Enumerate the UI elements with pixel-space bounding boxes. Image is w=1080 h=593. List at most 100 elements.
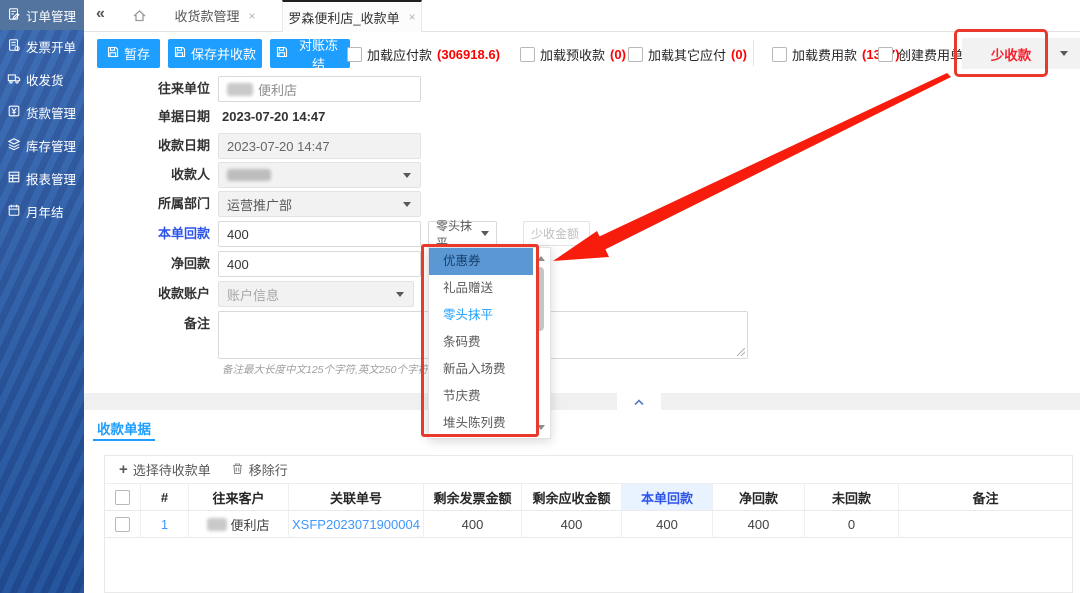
partner-input[interactable]: 便利店 <box>218 76 421 102</box>
underpay-amount-input[interactable]: 少收金额 <box>523 221 590 246</box>
col-header-index: # <box>141 484 189 511</box>
checkbox[interactable] <box>628 47 643 62</box>
app-window: 订单管理 发票开单 收发货 货款管理 库存管理 报表管理 月年结 « <box>0 0 1080 593</box>
plus-icon: + <box>119 462 128 477</box>
save-icon <box>174 46 186 61</box>
checkbox-label: 创建费用单 <box>898 45 963 64</box>
chevron-down-icon <box>1060 51 1068 56</box>
underpay-dropdown-button[interactable]: 少收款 <box>962 38 1080 69</box>
col-header-doc-no: 关联单号 <box>289 484 424 511</box>
scroll-down-icon[interactable] <box>537 425 545 430</box>
rounding-selected-value: 零头抹平 <box>436 217 475 251</box>
col-header-remark: 备注 <box>899 484 1072 511</box>
sidebar-item-label: 月年结 <box>26 202 64 221</box>
checkbox[interactable] <box>520 47 535 62</box>
checkbox[interactable] <box>772 47 787 62</box>
sidebar-item-invoice[interactable]: 发票开单 <box>0 30 84 63</box>
reconcile-freeze-button[interactable]: 对账冻结 <box>270 39 350 68</box>
department-select[interactable]: 运营推广部 <box>218 191 421 217</box>
net-amount-input[interactable]: 400 <box>218 251 421 277</box>
toolbar-divider <box>753 40 754 66</box>
remove-row-label: 移除行 <box>249 460 288 479</box>
select-pending-receipt-button[interactable]: + 选择待收款单 <box>119 460 211 479</box>
payee-select[interactable] <box>218 162 421 188</box>
dropdown-option-gift[interactable]: 礼品赠送 <box>429 275 533 302</box>
checkbox-label: 加载费用款 <box>792 45 857 64</box>
collapse-panel-button[interactable] <box>617 393 661 410</box>
scrollbar-thumb[interactable] <box>536 267 544 331</box>
sidebar-item-month-end[interactable]: 月年结 <box>0 195 84 228</box>
checkbox-load-payables[interactable]: 加载应付款 (306918.6) <box>347 45 500 64</box>
col-header-remain-invoice: 剩余发票金额 <box>424 484 522 511</box>
account-select[interactable]: 账户信息 <box>218 281 414 307</box>
row-checkbox[interactable] <box>115 517 130 532</box>
current-amount-input[interactable]: 400 <box>218 221 421 247</box>
checkbox-load-prepaid[interactable]: 加载预收款 (0) <box>520 45 626 64</box>
sidebar-item-inventory[interactable]: 库存管理 <box>0 129 84 162</box>
remove-row-button[interactable]: 移除行 <box>231 460 288 479</box>
chevron-down-icon <box>403 202 411 207</box>
department-value: 运营推广部 <box>227 195 292 214</box>
collapse-sidebar-icon[interactable]: « <box>96 5 105 23</box>
active-tab-underline <box>93 439 155 441</box>
remark-label: 备注 <box>110 311 210 337</box>
department-label: 所属部门 <box>110 191 210 217</box>
select-pending-receipt-label: 选择待收款单 <box>133 460 211 479</box>
resize-handle[interactable] <box>737 348 745 356</box>
dropdown-option-rounding[interactable]: 零头抹平 <box>429 302 533 329</box>
row-select-cell <box>105 511 141 538</box>
checkbox-label: 加载应付款 <box>367 45 432 64</box>
shipping-icon <box>7 71 21 88</box>
redacted-text <box>227 83 253 96</box>
receipt-date-input[interactable]: 2023-07-20 14:47 <box>218 133 421 159</box>
checkbox[interactable] <box>878 47 893 62</box>
redacted-text <box>227 169 271 181</box>
select-all-checkbox[interactable] <box>115 490 130 505</box>
chevron-down-icon <box>403 173 411 178</box>
checkbox-load-other-payables[interactable]: 加载其它应付 (0) <box>628 45 747 64</box>
chevron-down-icon <box>481 231 489 236</box>
rounding-dropdown-panel: 优惠券 礼品赠送 零头抹平 条码费 新品入场费 节庆费 堆头陈列费 <box>428 247 551 439</box>
payee-label: 收款人 <box>110 162 210 188</box>
home-icon[interactable] <box>132 8 147 28</box>
row-unpaid: 0 <box>805 511 899 538</box>
checkbox-count: (0) <box>731 47 747 62</box>
payment-icon <box>7 104 21 121</box>
save-draft-button[interactable]: 暂存 <box>97 39 160 68</box>
dropdown-option-festival-fee[interactable]: 节庆费 <box>429 383 533 410</box>
sidebar-item-reports[interactable]: 报表管理 <box>0 162 84 195</box>
row-customer-value: 便利店 <box>230 515 269 534</box>
sidebar-item-label: 报表管理 <box>26 169 76 188</box>
tab-receipt-doc[interactable]: 罗森便利店_收款单 × <box>282 0 422 32</box>
dropdown-option-barcode-fee[interactable]: 条码费 <box>429 329 533 356</box>
table-row: 1 便利店 XSFP2023071900004 400 400 400 400 … <box>105 511 1072 538</box>
dropdown-option-display-fee[interactable]: 堆头陈列费 <box>429 410 533 437</box>
close-icon[interactable]: × <box>249 9 256 23</box>
doc-date-value: 2023-07-20 14:47 <box>222 104 325 130</box>
scroll-up-icon[interactable] <box>537 256 545 261</box>
tab-bar: « 收货款管理 × 罗森便利店_收款单 × <box>84 0 1080 32</box>
dropdown-option-new-product-fee[interactable]: 新品入场费 <box>429 356 533 383</box>
row-doc-no-link[interactable]: XSFP2023071900004 <box>289 511 424 538</box>
chevron-up-icon <box>633 393 645 411</box>
sidebar-item-order-mgmt[interactable]: 订单管理 <box>0 0 84 30</box>
col-header-unpaid: 未回款 <box>805 484 899 511</box>
rounding-select[interactable]: 零头抹平 <box>428 221 497 246</box>
close-icon[interactable]: × <box>409 10 416 24</box>
sidebar-item-payment-mgmt[interactable]: 货款管理 <box>0 96 84 129</box>
row-index-link[interactable]: 1 <box>141 511 189 538</box>
dropdown-scrollbar[interactable] <box>534 250 549 436</box>
net-amount-label: 净回款 <box>110 251 210 277</box>
sidebar-item-shipping[interactable]: 收发货 <box>0 63 84 96</box>
row-remain-invoice: 400 <box>424 511 522 538</box>
tab-receipt-mgmt[interactable]: 收货款管理 × <box>154 0 276 31</box>
checkbox[interactable] <box>347 47 362 62</box>
current-amount-label: 本单回款 <box>110 221 210 247</box>
save-and-collect-button[interactable]: 保存并收款 <box>168 39 262 68</box>
sidebar-item-label: 订单管理 <box>26 6 76 25</box>
row-customer-cell: 便利店 <box>189 511 289 538</box>
checkbox-create-fee-doc[interactable]: 创建费用单 <box>878 45 963 64</box>
row-remark <box>899 511 1072 538</box>
dropdown-option-coupon[interactable]: 优惠券 <box>429 248 533 275</box>
tab-receipt-documents[interactable]: 收款单据 <box>97 418 151 438</box>
